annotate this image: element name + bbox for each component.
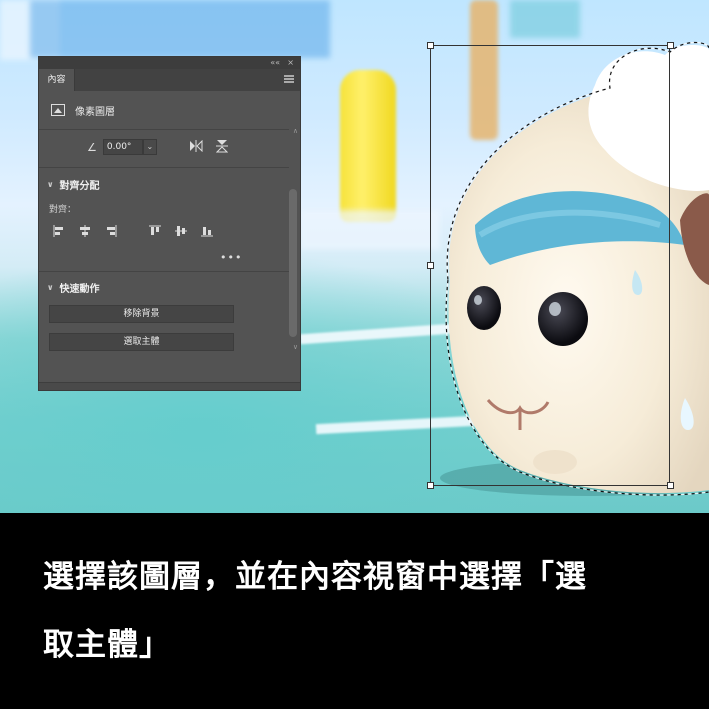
flip-vertical-icon[interactable] [216,139,228,153]
flip-horizontal-icon[interactable] [189,140,203,152]
layer-type-row: 像素圖層 [51,101,115,119]
more-options-button[interactable]: ••• [220,251,242,264]
layer-type-label: 像素圖層 [75,106,115,118]
caption-area: 選擇該圖層，並在內容視窗中選擇「選 取主體」 [0,513,709,709]
align-center-h-icon[interactable] [79,225,91,237]
remove-background-button[interactable]: 移除背景 [49,305,234,323]
chevron-down-icon[interactable]: ⌄ [142,139,157,155]
caption-line-2: 取主體」 [43,627,171,663]
angle-icon: ∠ [87,140,97,154]
properties-panel: «« × 內容 像素圖層 ∠ 0.00° ⌄ ∨ 對齊分配 對齊： ••• ∨ … [38,56,301,391]
align-left-icon[interactable] [53,225,65,237]
layer-icon [51,104,65,116]
close-panel-button[interactable]: × [287,57,294,69]
subject-character [440,41,709,496]
divider [39,167,289,168]
divider [39,129,289,130]
align-top-icon[interactable] [149,225,161,237]
quick-actions-header[interactable]: ∨ 快速動作 [47,280,100,295]
align-section-header[interactable]: ∨ 對齊分配 [47,177,100,192]
collapse-panel-button[interactable]: «« [270,57,280,69]
angle-input[interactable]: 0.00° [102,139,143,155]
angle-row: ∠ 0.00° ⌄ [87,139,157,155]
caption-line-1: 選擇該圖層，並在內容視窗中選擇「選 [43,559,587,595]
chevron-down-icon: ∨ [47,283,54,292]
panel-scrollbar-thumb[interactable] [289,189,297,337]
background-blue-wall [30,0,330,58]
align-bottom-icon[interactable] [201,225,213,237]
align-middle-v-icon[interactable] [175,225,187,237]
panel-tab-bar: 內容 [39,69,300,91]
panel-menu-icon[interactable] [284,75,294,83]
chevron-down-icon: ∨ [47,180,54,189]
scroll-up-arrow[interactable]: ∧ [293,127,298,135]
align-buttons [53,225,253,239]
align-label: 對齊： [49,205,77,215]
tab-properties[interactable]: 內容 [39,69,75,91]
quick-actions-title: 快速動作 [59,284,100,295]
panel-title-bar[interactable]: «« × [39,57,300,69]
scroll-down-arrow[interactable]: ∨ [293,343,298,351]
divider [39,271,289,272]
align-section-title: 對齊分配 [59,181,100,192]
align-right-icon[interactable] [105,225,117,237]
panel-footer [39,382,300,390]
select-subject-button[interactable]: 選取主體 [49,333,234,351]
